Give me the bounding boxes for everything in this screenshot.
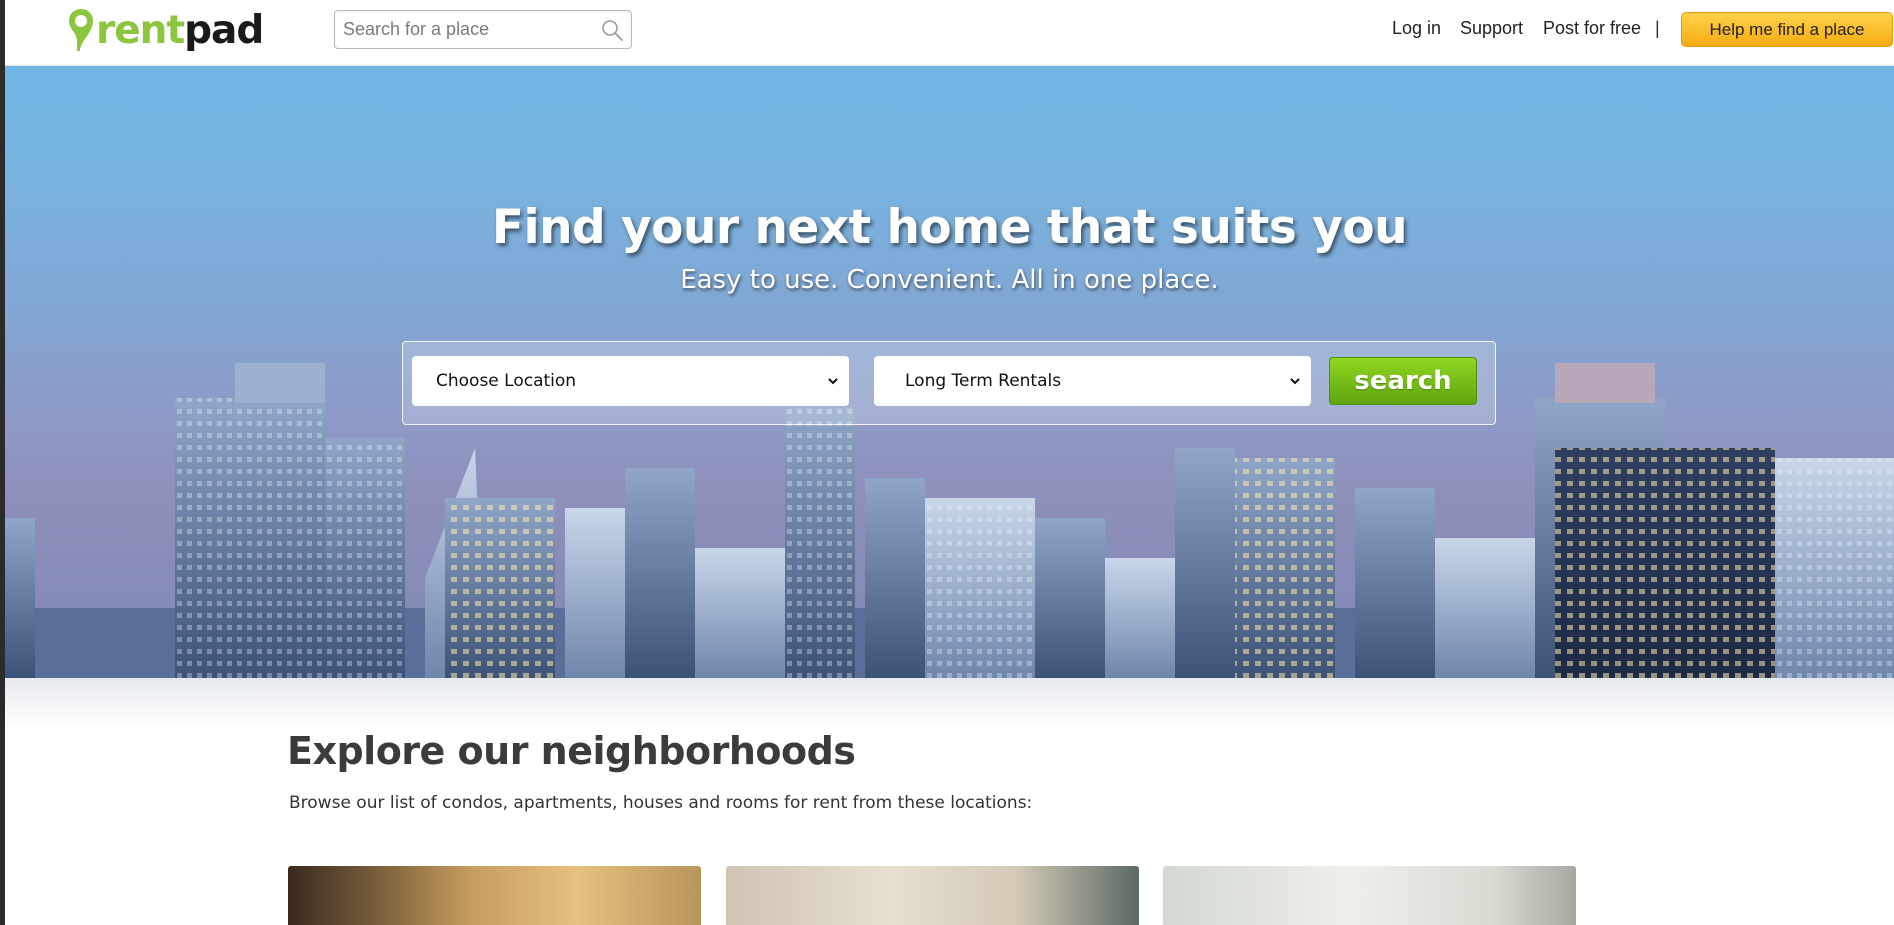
hero-search-panel: Choose Location Long Term Rentals search [402,341,1496,425]
nav-separator: | [1655,18,1660,38]
top-header: rentpad Log in Support Post for free | H… [5,0,1894,66]
section-divider-band [5,678,1894,728]
chevron-down-icon [828,378,838,385]
post-for-free-link[interactable]: Post for free [1543,18,1641,42]
neighborhood-card[interactable] [288,866,701,925]
neighborhood-card[interactable] [1163,866,1576,925]
location-pin-icon [69,9,93,51]
rental-type-select-value: Long Term Rentals [905,371,1062,391]
location-select[interactable]: Choose Location [412,356,849,406]
place-search[interactable] [334,10,632,49]
hero-subtitle: Easy to use. Convenient. All in one plac… [680,265,1219,295]
support-link[interactable]: Support [1460,18,1523,42]
window-edge [0,0,5,925]
chevron-down-icon [1290,378,1300,385]
neighborhoods-description: Browse our list of condos, apartments, h… [289,793,1033,813]
hero-banner: Find your next home that suits you Easy … [5,66,1894,678]
login-link[interactable]: Log in [1392,18,1441,42]
rentpad-logo[interactable]: rentpad [67,5,264,55]
neighborhoods-title: Explore our neighborhoods [287,729,856,773]
hero-search-button[interactable]: search [1329,357,1477,405]
place-search-input[interactable] [335,11,595,48]
logo-rent: rent [96,7,185,53]
logo-wordmark: rentpad [96,7,264,53]
hero-title: Find your next home that suits you [491,200,1408,255]
search-icon[interactable] [600,18,624,42]
logo-pad: pad [184,7,264,53]
neighborhood-card[interactable] [726,866,1139,925]
rental-type-select[interactable]: Long Term Rentals [874,356,1311,406]
location-select-value: Choose Location [436,371,577,391]
help-me-find-button[interactable]: Help me find a place [1681,12,1893,47]
